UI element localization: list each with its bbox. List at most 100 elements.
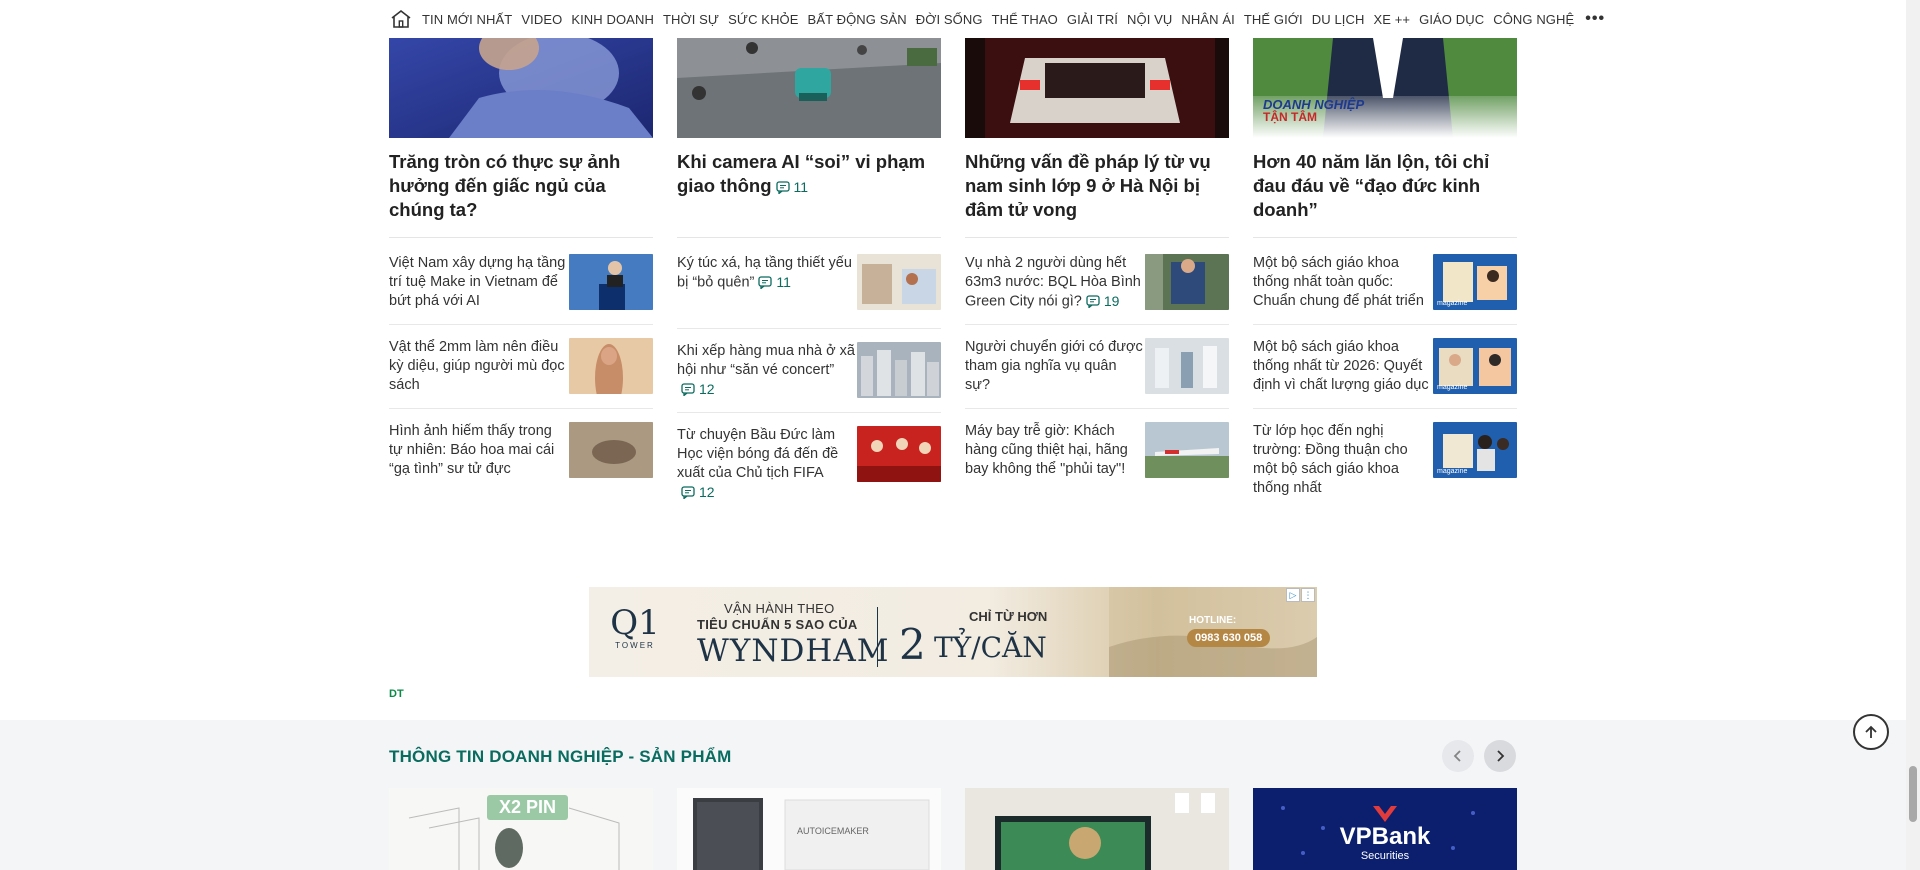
comment-count[interactable]: 19 <box>1086 292 1119 311</box>
item-title[interactable]: Vụ nhà 2 người dùng hết 63m3 nước: BQL H… <box>965 254 1143 311</box>
carousel-next-button[interactable] <box>1484 740 1516 772</box>
item-image[interactable] <box>569 254 653 310</box>
nav-item[interactable]: THỜI SỰ <box>663 12 719 27</box>
nav-item[interactable]: TIN MỚI NHẤT <box>422 12 512 27</box>
item-image[interactable] <box>857 426 941 483</box>
item-title[interactable]: Một bộ sách giáo khoa thống nhất toàn qu… <box>1253 254 1431 311</box>
ad-line1: VẬN HÀNH THEO <box>724 601 835 616</box>
featured-article[interactable]: Những vấn đề pháp lý từ vụ nam sinh lớp … <box>965 38 1229 238</box>
ad-hotline-label: HOTLINE: <box>1189 615 1237 626</box>
list-item[interactable]: Khi xếp hàng mua nhà ở xã hội như “săn v… <box>677 342 941 399</box>
card-badge: X2 PIN <box>487 795 569 820</box>
list-item[interactable]: Từ chuyện Bầu Đức làm Học viện bóng đá đ… <box>677 426 941 502</box>
adchoices-icon[interactable]: ▷ ⋮ <box>1285 588 1315 602</box>
list-item[interactable]: Một bộ sách giáo khoa thống nhất toàn qu… <box>1253 254 1517 311</box>
item-title[interactable]: Ký túc xá, hạ tầng thiết yếu bị “bỏ quên… <box>677 254 855 310</box>
list-item[interactable]: Hình ảnh hiếm thấy trong tự nhiên: Báo h… <box>389 422 653 479</box>
list-item[interactable]: Vật thể 2mm làm nên điều kỳ diệu, giúp n… <box>389 338 653 395</box>
nav-item[interactable]: CÔNG NGHỆ <box>1493 12 1574 27</box>
scrollbar-thumb[interactable] <box>1909 766 1917 822</box>
item-image[interactable] <box>857 254 941 310</box>
home-icon[interactable] <box>390 8 412 30</box>
nav-item[interactable]: BẤT ĐỘNG SẢN <box>808 12 907 27</box>
list-item[interactable]: Máy bay trễ giờ: Khách hàng cũng thiệt h… <box>965 422 1229 479</box>
item-image[interactable] <box>569 422 653 478</box>
featured-image[interactable] <box>965 38 1229 138</box>
nav-item[interactable]: NỘI VỤ <box>1127 12 1172 27</box>
item-title[interactable]: Từ lớp học đến nghị trường: Đồng thuận c… <box>1253 422 1431 498</box>
business-card[interactable]: AUTOICEMAKER <box>677 788 941 870</box>
carousel-prev-button[interactable] <box>1442 740 1474 772</box>
article-list: Ký túc xá, hạ tầng thiết yếu bị “bỏ quên… <box>677 254 941 503</box>
nav-item[interactable]: GIẢI TRÍ <box>1067 12 1118 27</box>
item-image[interactable]: magazine <box>1433 338 1517 394</box>
list-item[interactable]: Ký túc xá, hạ tầng thiết yếu bị “bỏ quên… <box>677 254 941 310</box>
section-title[interactable]: THÔNG TIN DOANH NGHIỆP - SẢN PHẨM <box>389 747 732 767</box>
item-image[interactable] <box>1145 338 1229 395</box>
item-title[interactable]: Hình ảnh hiếm thấy trong tự nhiên: Báo h… <box>389 422 567 479</box>
comment-icon <box>1086 295 1100 308</box>
comment-count[interactable]: 12 <box>681 483 715 502</box>
comment-count[interactable]: 11 <box>758 273 791 292</box>
item-title[interactable]: Khi xếp hàng mua nhà ở xã hội như “săn v… <box>677 342 855 399</box>
business-section: THÔNG TIN DOANH NGHIỆP - SẢN PHẨM X2 PIN… <box>0 720 1906 870</box>
featured-title[interactable]: Trăng tròn có thực sự ảnh hưởng đến giấc… <box>389 150 653 222</box>
item-image[interactable] <box>569 338 653 394</box>
item-image[interactable] <box>1145 422 1229 479</box>
arrow-up-icon <box>1865 725 1877 738</box>
item-image[interactable] <box>857 342 941 398</box>
featured-title[interactable]: Hơn 40 năm lăn lộn, tôi chỉ đau đáu về “… <box>1253 150 1517 222</box>
ad-banner[interactable]: Q1 TOWER VẬN HÀNH THEO TIÊU CHUẨN 5 SAO … <box>589 587 1317 677</box>
magazine-badge: magazine <box>1437 300 1468 307</box>
comment-icon <box>681 486 695 500</box>
nav-item[interactable]: THẾ GIỚI <box>1244 12 1303 27</box>
featured-image[interactable]: DOANH NGHIỆP TẬN TÂM <box>1253 38 1517 138</box>
nav-item[interactable]: THỂ THAO <box>992 12 1058 27</box>
list-item[interactable]: Từ lớp học đến nghị trường: Đồng thuận c… <box>1253 422 1517 498</box>
business-card[interactable] <box>965 788 1229 870</box>
site-logo-small[interactable]: DT <box>389 688 404 700</box>
nav-item[interactable]: KINH DOANH <box>571 12 654 27</box>
item-title[interactable]: Người chuyển giới có được tham gia nghĩa… <box>965 338 1143 395</box>
chevron-right-icon <box>1497 750 1505 762</box>
scroll-to-top-button[interactable] <box>1853 714 1889 750</box>
article-list: Một bộ sách giáo khoa thống nhất toàn qu… <box>1253 254 1517 498</box>
featured-title[interactable]: Những vấn đề pháp lý từ vụ nam sinh lớp … <box>965 150 1229 222</box>
ad-price-prefix: CHỈ TỪ HƠN <box>969 609 1048 624</box>
nav-item[interactable]: DU LỊCH <box>1312 12 1365 27</box>
more-menu-icon[interactable]: ••• <box>1585 10 1605 28</box>
business-card[interactable]: VPBank Securities <box>1253 788 1517 870</box>
featured-image[interactable] <box>677 38 941 138</box>
featured-article[interactable]: Trăng tròn có thực sự ảnh hưởng đến giấc… <box>389 38 653 238</box>
ad-hotline[interactable]: 0983 630 058 <box>1187 629 1271 647</box>
nav-item[interactable]: NHÂN ÁI <box>1181 12 1234 27</box>
item-image[interactable]: magazine <box>1433 422 1517 478</box>
item-title[interactable]: Vật thể 2mm làm nên điều kỳ diệu, giúp n… <box>389 338 567 395</box>
page-scrollbar[interactable] <box>1906 0 1920 870</box>
list-item[interactable]: Người chuyển giới có được tham gia nghĩa… <box>965 338 1229 395</box>
comment-count[interactable]: 12 <box>681 380 715 399</box>
list-item[interactable]: Một bộ sách giáo khoa thống nhất từ 2026… <box>1253 338 1517 395</box>
item-image[interactable]: magazine <box>1433 254 1517 310</box>
business-card[interactable]: X2 PIN <box>389 788 653 870</box>
featured-title[interactable]: Khi camera AI “soi” vi phạm giao thông 11 <box>677 150 941 199</box>
featured-image[interactable] <box>389 38 653 138</box>
nav-item[interactable]: VIDEO <box>521 12 562 27</box>
list-item[interactable]: Việt Nam xây dựng hạ tầng trí tuệ Make i… <box>389 254 653 311</box>
nav-item[interactable]: SỨC KHỎE <box>728 12 798 27</box>
item-title[interactable]: Việt Nam xây dựng hạ tầng trí tuệ Make i… <box>389 254 567 311</box>
nav-item[interactable]: ĐỜI SỐNG <box>916 12 983 27</box>
comment-icon <box>775 180 790 194</box>
list-item[interactable]: Vụ nhà 2 người dùng hết 63m3 nước: BQL H… <box>965 254 1229 311</box>
featured-article[interactable]: DOANH NGHIỆP TẬN TÂM Hơn 40 năm lăn lộn,… <box>1253 38 1517 238</box>
item-title[interactable]: Một bộ sách giáo khoa thống nhất từ 2026… <box>1253 338 1431 395</box>
item-image[interactable] <box>1145 254 1229 310</box>
comment-count[interactable]: 11 <box>775 175 808 199</box>
item-title[interactable]: Máy bay trễ giờ: Khách hàng cũng thiệt h… <box>965 422 1143 479</box>
nav-item[interactable]: XE ++ <box>1373 12 1410 27</box>
item-title[interactable]: Từ chuyện Bầu Đức làm Học viện bóng đá đ… <box>677 426 855 502</box>
featured-article[interactable]: Khi camera AI “soi” vi phạm giao thông 11 <box>677 38 941 238</box>
card-brand: VPBank <box>1339 823 1431 850</box>
card-label: AUTOICEMAKER <box>797 826 869 836</box>
nav-item[interactable]: GIÁO DỤC <box>1419 12 1484 27</box>
